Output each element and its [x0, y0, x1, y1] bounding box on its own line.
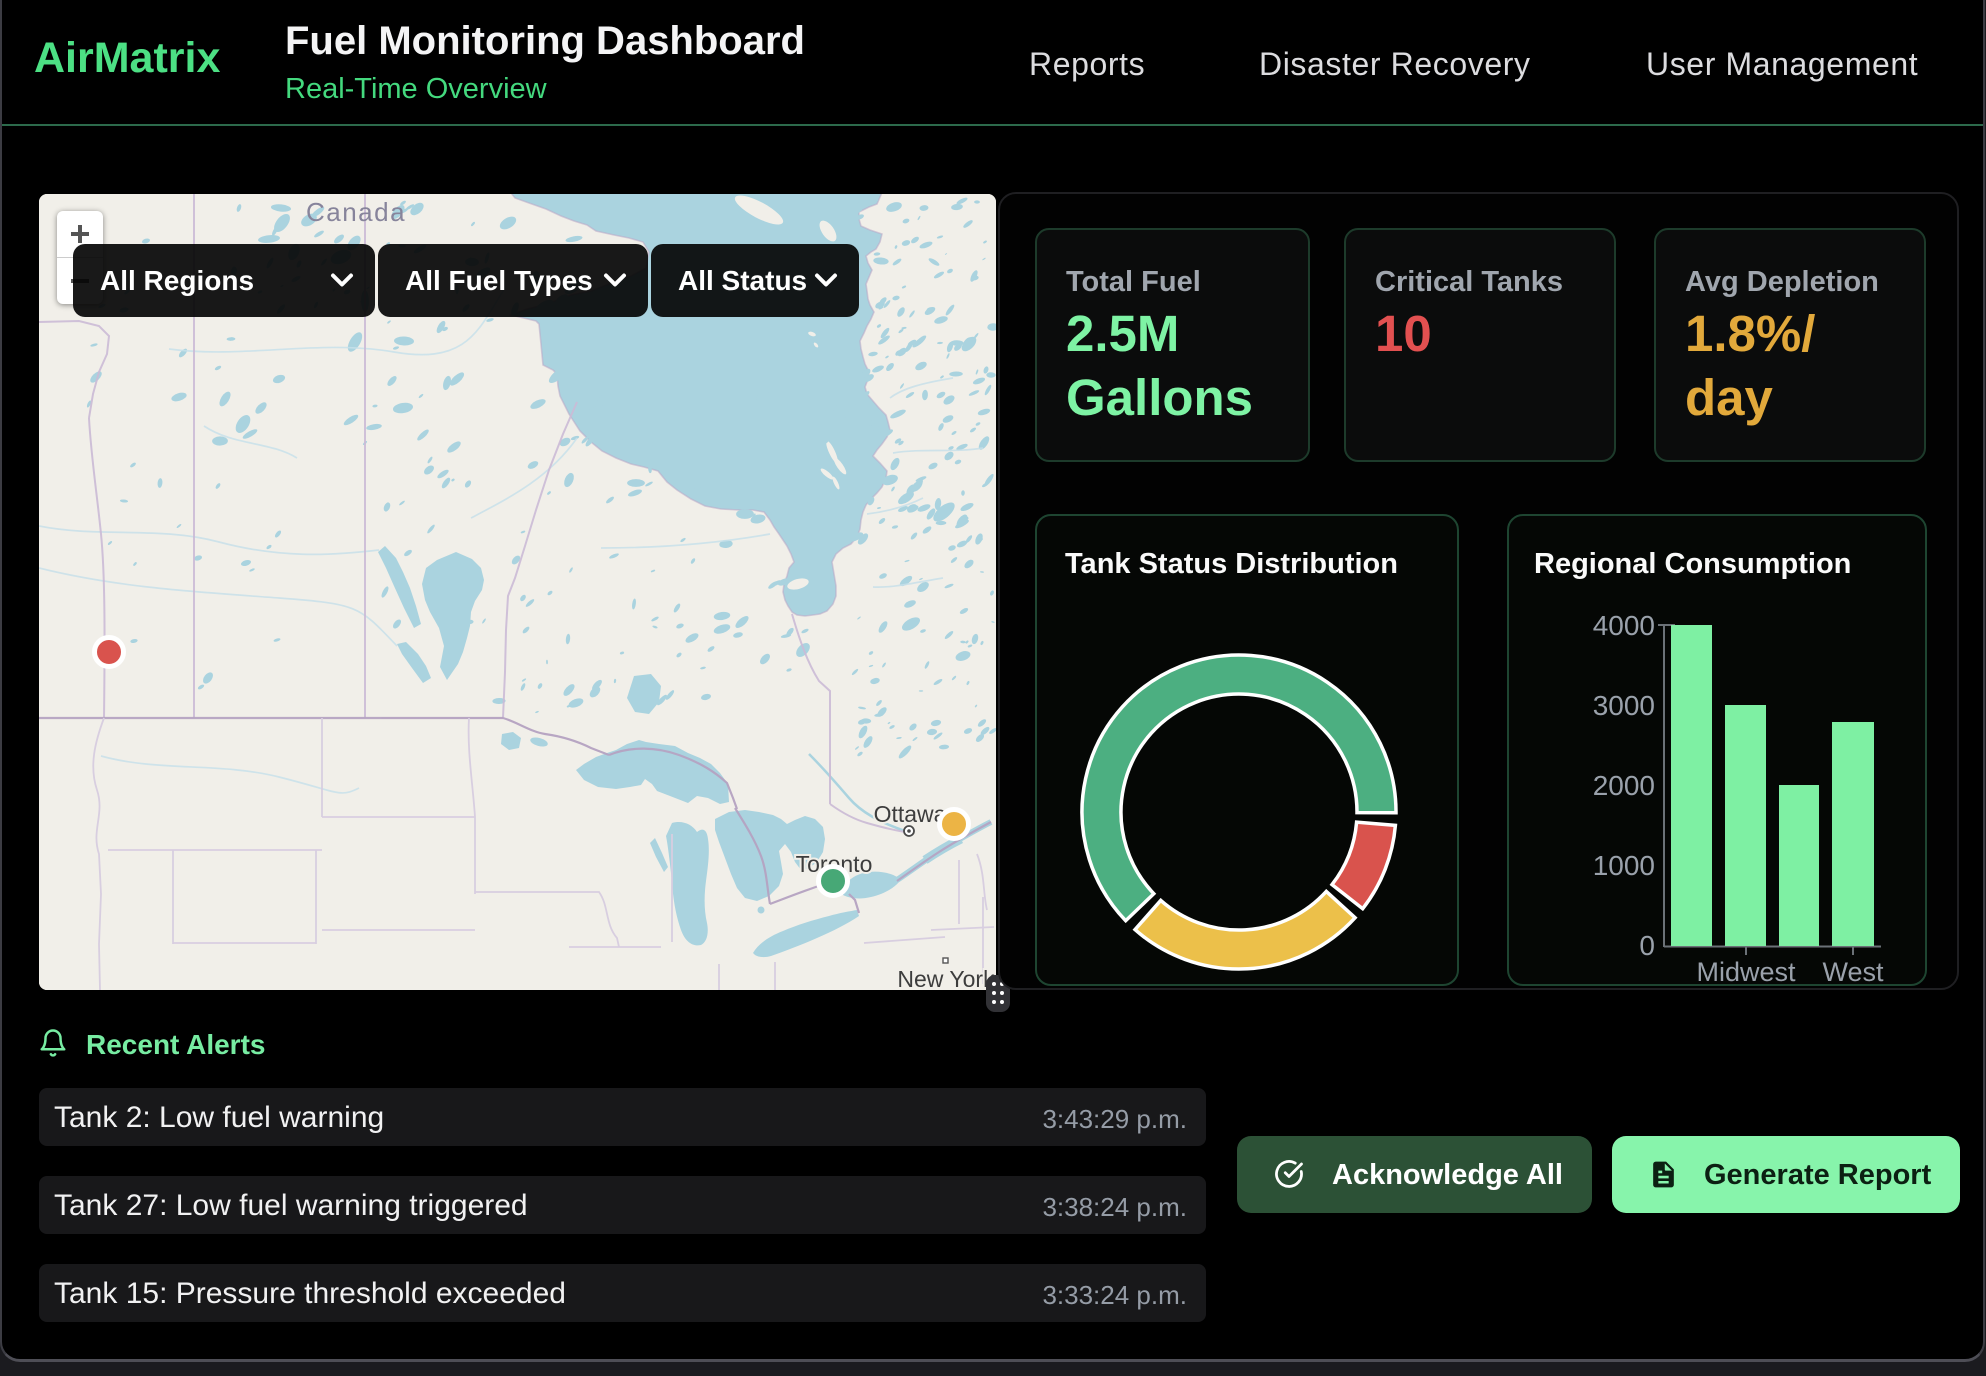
svg-text:3000: 3000 — [1593, 690, 1655, 721]
svg-text:2000: 2000 — [1593, 770, 1655, 801]
svg-text:Ottawa: Ottawa — [874, 801, 947, 827]
svg-text:West: West — [1822, 957, 1884, 987]
svg-text:New York: New York — [897, 966, 995, 990]
svg-text:Midwest: Midwest — [1696, 957, 1796, 987]
svg-text:1000: 1000 — [1593, 850, 1655, 881]
svg-text:Canada: Canada — [306, 197, 406, 227]
svg-text:4000: 4000 — [1593, 610, 1655, 641]
svg-text:0: 0 — [1639, 930, 1655, 961]
